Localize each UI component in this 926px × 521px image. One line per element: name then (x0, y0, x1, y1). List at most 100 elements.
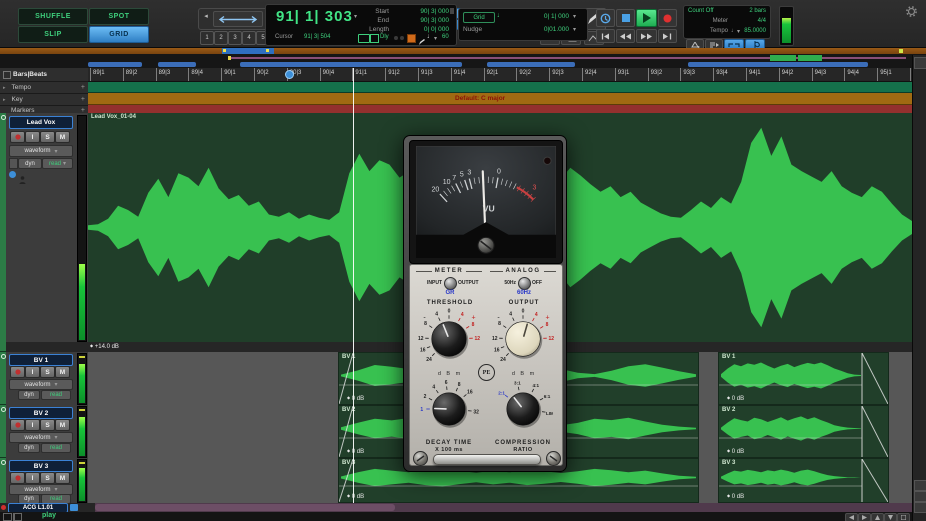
track-view-selector[interactable]: waveform▾ (9, 379, 73, 390)
playhead-marker[interactable] (285, 70, 294, 79)
decay-time-knob[interactable]: 124681632 (419, 379, 479, 439)
zoom-down-button[interactable] (884, 513, 897, 521)
record-arm-button[interactable] (10, 366, 25, 378)
mini-tempo-value[interactable]: 60 (442, 34, 449, 40)
tempo-label[interactable]: Tempo (688, 28, 728, 34)
clip-gain-breakpoint[interactable]: ◆ 0 dB (347, 493, 364, 500)
compression-ratio-knob[interactable]: 2:13:14:16:1LIM (493, 379, 553, 439)
scroll-corner-button[interactable] (914, 502, 926, 513)
track-name[interactable]: BV 3 (9, 460, 73, 472)
zoom-preset-1[interactable]: 1 (200, 31, 214, 45)
horizontal-scrollbar-handle[interactable] (95, 504, 395, 511)
count-off-label[interactable]: Count Off (688, 8, 714, 14)
record-arm-icon[interactable] (1, 505, 6, 510)
play-button[interactable] (636, 9, 657, 27)
return-to-zero-button[interactable] (596, 29, 615, 43)
midi-keyboard-icon[interactable] (358, 34, 370, 43)
main-counter[interactable]: 91| 1| 303 (276, 8, 353, 25)
zoom-preset-4[interactable]: 4 (242, 31, 256, 45)
track-view-selector[interactable]: waveform▾ (9, 145, 73, 157)
grid-display-icon[interactable] (370, 34, 379, 43)
clip-gain-breakpoint[interactable]: ◆ 0 dB (347, 448, 364, 455)
record-arm-button[interactable] (10, 472, 25, 484)
solo-button[interactable]: S (40, 419, 55, 431)
input-monitor-button[interactable]: I (25, 472, 40, 484)
record-arm-button[interactable] (10, 419, 25, 431)
count-off-value[interactable]: 2 bars (714, 8, 766, 14)
clip-name[interactable]: Lead Vox_01-04 (91, 114, 136, 120)
key-ruler-lane[interactable]: Default: C major (88, 93, 912, 105)
scroll-up-button[interactable] (914, 480, 926, 491)
vertical-scrollbar-handle[interactable] (914, 57, 926, 69)
horizontal-scrollbar[interactable] (95, 503, 912, 512)
meter-value[interactable]: 4/4 (728, 18, 766, 24)
mute-button[interactable]: M (55, 131, 70, 143)
audio-clip[interactable]: BV 2 ◆ 0 dB (718, 405, 889, 458)
record-arm-button[interactable] (10, 131, 25, 143)
session-status-icon[interactable] (407, 34, 416, 43)
ruler-view-icon[interactable] (3, 71, 11, 79)
zoom-right-button[interactable] (858, 513, 871, 521)
online-button[interactable] (596, 9, 615, 27)
note-caret-icon[interactable]: ▾ (434, 35, 437, 42)
universe-view[interactable] (0, 54, 912, 68)
bars-beats-ruler[interactable]: 89|189|289|389|490|190|290|390|491|191|2… (88, 68, 912, 82)
grid-note-icon[interactable]: ♩ (497, 12, 504, 19)
threshold-knob[interactable]: 2416128404812-+ (417, 307, 481, 371)
grid-value-label[interactable]: Grid (463, 12, 495, 23)
tempo-value[interactable]: 85.0000 (740, 28, 766, 34)
automation-mode-selector[interactable]: read (41, 390, 71, 400)
zoom-left-button[interactable] (845, 513, 858, 521)
voice-dot-icon[interactable] (9, 171, 16, 178)
zoom-preset-3[interactable]: 3 (228, 31, 242, 45)
tempo-ruler-lane[interactable] (88, 82, 912, 93)
solo-button[interactable]: S (40, 366, 55, 378)
zoom-preset-2[interactable]: 2 (214, 31, 228, 45)
audio-clip[interactable]: BV 3 ◆ 0 dB (718, 458, 889, 503)
mode-shuffle-button[interactable]: SHUFFLE (18, 8, 88, 25)
mute-button[interactable]: M (55, 472, 70, 484)
zoom-out-arrow-icon[interactable]: ◂ (201, 12, 211, 24)
clip-gain-breakpoint[interactable]: ◆ 0 dB (727, 448, 744, 455)
input-monitor-button[interactable]: I (25, 366, 40, 378)
tempo-expand-icon[interactable]: ▸ (3, 85, 6, 91)
automation-mode-selector[interactable]: read (41, 443, 71, 453)
mode-slip-button[interactable]: SLIP (18, 26, 88, 43)
meter-switch[interactable] (444, 277, 457, 290)
zoom-fit-button[interactable] (897, 513, 910, 521)
audio-clip[interactable]: BV 1 ◆ 0 dB (718, 352, 889, 405)
start-value[interactable]: 90| 3| 000 (389, 7, 449, 16)
counter-expand-icon[interactable] (450, 8, 454, 14)
edit-window-view-icon[interactable] (3, 513, 12, 521)
horizontal-zoom-icon[interactable] (213, 11, 263, 27)
solo-button[interactable]: S (40, 131, 55, 143)
note-mini-icon[interactable]: ♩ (427, 33, 434, 40)
key-ruler-label[interactable]: Key (12, 96, 81, 103)
end-value[interactable]: 90| 3| 000 (389, 16, 449, 25)
rewind-button[interactable] (616, 29, 635, 43)
analog-switch[interactable] (518, 277, 531, 290)
key-signature-text[interactable]: Default: C major (455, 95, 505, 102)
bars-beats-ruler-label[interactable]: Bars|Beats (13, 71, 47, 78)
zoom-up-button[interactable] (871, 513, 884, 521)
scroll-down-button[interactable] (914, 491, 926, 502)
key-expand-icon[interactable]: ▸ (3, 97, 6, 103)
meter-label[interactable]: Meter (688, 18, 728, 24)
input-monitor-button[interactable]: I (25, 131, 40, 143)
track-name[interactable]: Lead Vox (9, 116, 73, 129)
track-name[interactable]: BV 1 (9, 354, 73, 366)
solo-button[interactable]: S (40, 472, 55, 484)
mute-button[interactable]: M (55, 366, 70, 378)
go-to-end-button[interactable] (658, 29, 677, 43)
grid-value[interactable]: 0| 1| 000 (519, 13, 569, 20)
nudge-value[interactable]: 0|01.000 (519, 26, 569, 33)
key-add-icon[interactable]: + (81, 96, 85, 103)
nudge-caret-icon[interactable]: ▾ (573, 26, 576, 33)
delay-indicator[interactable]: Dly (380, 34, 389, 40)
automation-mode-selector[interactable]: read▾ (42, 158, 73, 169)
mode-spot-button[interactable]: SPOT (89, 8, 149, 25)
gear-icon[interactable] (906, 4, 917, 22)
mode-grid-button[interactable]: GRID (89, 26, 149, 43)
list-view-icon[interactable] (13, 513, 22, 521)
clip-gain-breakpoint[interactable]: ◆ 0 dB (727, 493, 744, 500)
